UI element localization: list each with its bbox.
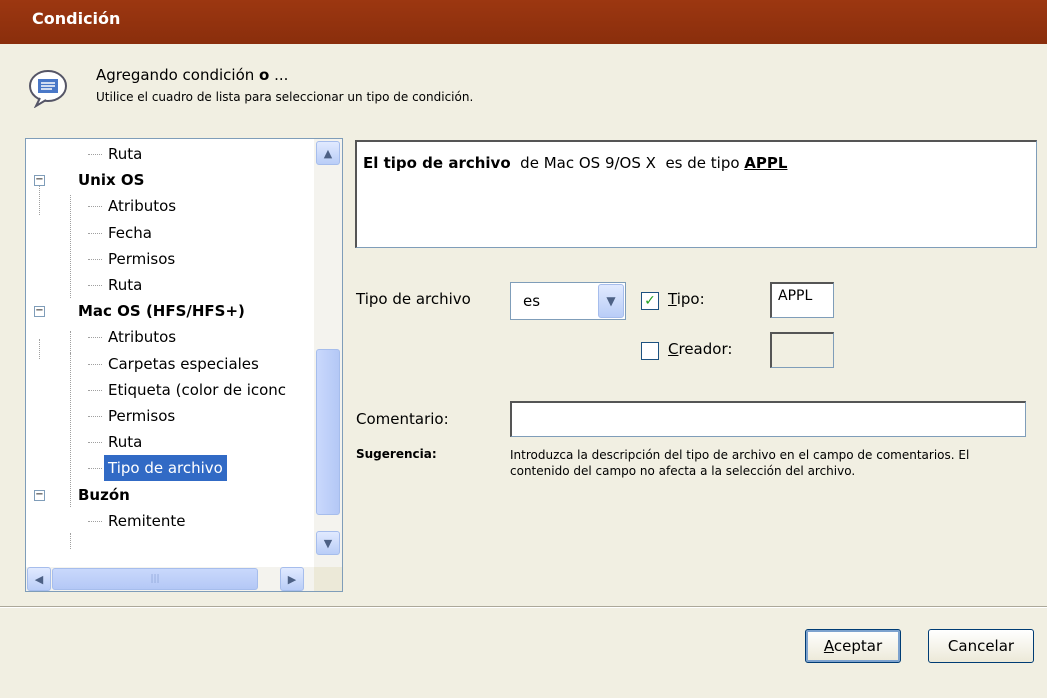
hint-text: Introduzca la descripción del tipo de ar… [510,448,970,478]
creator-checkbox-label[interactable]: Creador: [668,340,732,358]
header-title-ellipsis: ... [269,66,289,84]
tree-item[interactable]: Permisos [108,246,175,272]
chevron-down-icon[interactable]: ▼ [598,284,624,318]
header-title: Agregando condición o ... [96,66,288,84]
creator-field [770,332,834,368]
tree-group[interactable]: Buzón [78,482,130,508]
tree-item[interactable]: Ruta [108,429,142,455]
header-title-text: Agregando condición [96,66,260,84]
collapse-icon[interactable]: − [34,489,45,501]
tree-item[interactable]: Carpetas especiales [108,351,259,377]
collapse-icon[interactable]: − [34,306,45,318]
file-type-label: Tipo de archivo [356,290,471,308]
ok-button-label: Aceptar [823,637,883,655]
window-title: Condición [0,0,1047,44]
description-value-link[interactable]: APPL [744,154,787,172]
type-checkbox-label[interactable]: Tipo: [668,290,705,308]
tree-horizontal-scrollbar[interactable]: ◀ ||| ▶ [26,567,314,591]
creator-checkbox[interactable] [641,342,659,360]
tree-item[interactable]: Remitente [108,508,185,534]
tree-item[interactable]: Etiqueta (color de iconc [108,377,286,403]
tree-items: Ruta − Unix OS Atributos Fecha Permisos Ruta − M… [26,139,314,567]
description-text: de Mac OS 9/OS X es de tipo [510,154,745,172]
horizontal-scroll-thumb[interactable]: ||| [52,568,258,590]
tree-group[interactable]: Mac OS (HFS/HFS+) [78,298,245,324]
header-subtitle: Utilice el cuadro de lista para seleccio… [96,90,474,104]
tree-item[interactable]: Fecha [108,220,152,246]
comment-field[interactable] [510,401,1026,437]
scroll-corner [314,567,342,591]
type-checkbox-text: Tipo: [668,290,705,308]
cancel-button[interactable]: Cancelar [928,629,1034,663]
tree-item[interactable]: Permisos [108,403,175,429]
condition-description: El tipo de archivo de Mac OS 9/OS X es d… [355,140,1037,248]
hint-label: Sugerencia: [356,447,437,461]
scroll-left-icon[interactable]: ◀ [27,567,51,591]
ok-button[interactable]: Aceptar [805,629,901,663]
footer-divider [0,606,1047,608]
tree-item[interactable]: Atributos [108,324,176,350]
tree-item[interactable]: Atributos [108,193,176,219]
description-subject: El tipo de archivo [363,154,511,172]
tree-item[interactable]: Ruta [108,141,142,167]
scroll-up-icon[interactable]: ▲ [316,141,340,165]
type-checkbox[interactable]: ✓ [641,292,659,310]
condition-tree[interactable]: Ruta − Unix OS Atributos Fecha Permisos Ruta − M… [25,138,343,592]
tree-group[interactable]: Unix OS [78,167,144,193]
operator-select[interactable]: es ▼ [510,282,626,320]
comment-label: Comentario: [356,410,449,428]
collapse-icon[interactable]: − [34,175,45,187]
speech-bubble-icon [29,70,67,108]
scroll-down-icon[interactable]: ▼ [316,531,340,555]
type-field[interactable]: APPL [770,282,834,318]
scroll-right-icon[interactable]: ▶ [280,567,304,591]
operator-select-value: es [523,292,541,310]
vertical-scroll-thumb[interactable] [316,349,340,515]
creator-checkbox-text: Creador: [668,340,733,358]
tree-vertical-scrollbar[interactable]: ▲ ▼ [314,139,342,567]
tree-item[interactable]: Ruta [108,272,142,298]
tree-item[interactable]: Tipo de archivo [104,455,227,482]
header-title-operator: o [259,66,270,84]
